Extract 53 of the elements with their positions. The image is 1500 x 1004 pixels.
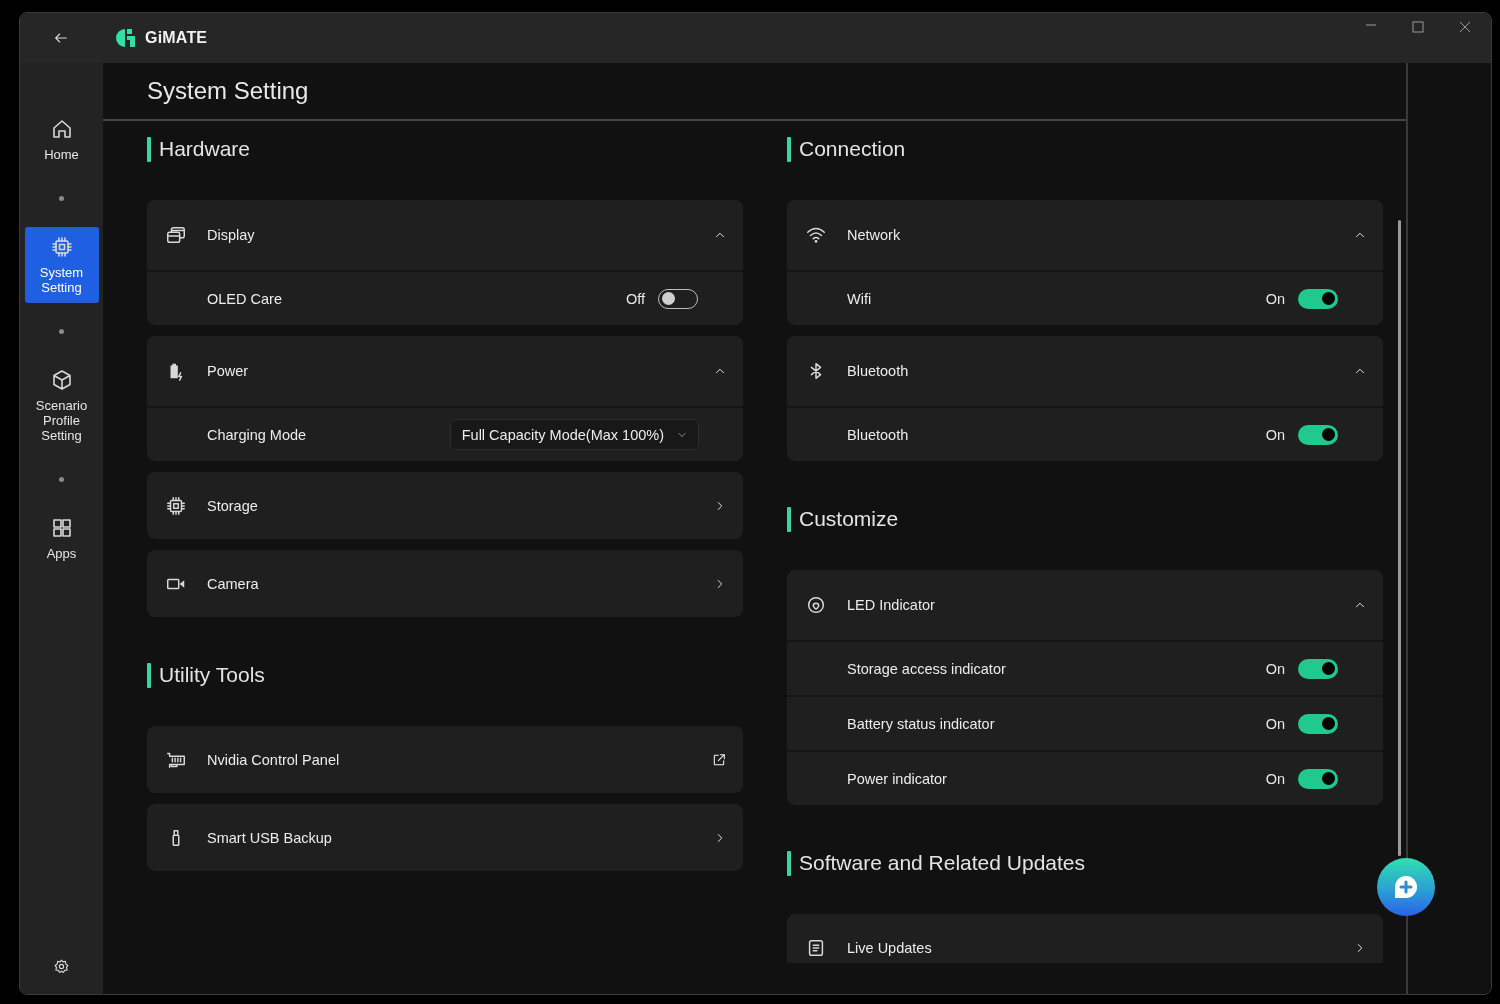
card-title: Power [207,363,250,379]
chip-icon [49,235,74,259]
light-icon [805,594,827,616]
card-title: Live Updates [847,939,933,956]
section-heading: Software and Related Updates [799,851,1085,875]
section-heading: Hardware [159,137,251,161]
close-icon[interactable] [1459,21,1471,33]
chip-icon [165,494,187,517]
card-title: Display [207,227,256,243]
setting-label: OLED Care [207,290,283,307]
toggle-switch[interactable] [1298,713,1338,734]
dropdown[interactable]: Full Capacity Mode(Max 100%) [449,419,699,450]
app-title: GiMATE [145,29,208,47]
nav-item[interactable]: Scenario Profile Setting [24,360,99,451]
toggle-switch[interactable] [1298,288,1338,309]
overlapping-windows-icon [165,224,187,246]
maximize-icon[interactable] [1412,21,1424,33]
toggle-state-label: On [1265,715,1285,732]
setting-label: Charging Mode [207,426,308,443]
toggle-switch[interactable] [1298,658,1338,679]
toggle-state-label: On [1265,426,1285,443]
nav-item[interactable]: Apps [24,508,99,569]
nav-item[interactable]: Home [24,109,99,170]
toggle-state-label: On [1265,770,1285,787]
toggle-state-label: On [1265,660,1285,677]
card-title: LED Indicator [847,597,936,613]
chat-plus-icon [1392,873,1420,901]
setting-label: Battery status indicator [847,715,996,732]
toggle-switch[interactable] [1298,424,1338,445]
card-title: Camera [207,575,260,592]
card-title: Nvidia Control Panel [207,751,341,768]
card-title: Smart USB Backup [207,829,333,846]
settings-icon[interactable] [53,958,70,975]
scrollbar[interactable] [1398,220,1401,856]
card-title: Network [847,227,902,243]
add-chat-button[interactable] [1377,858,1435,916]
page-title: System Setting [147,77,309,105]
back-icon[interactable] [53,30,69,46]
section-heading: Utility Tools [159,663,265,687]
card-title: Bluetooth [847,363,910,379]
card-title: Storage [207,497,259,514]
logo-icon [116,29,136,47]
toggle-state-label: Off [625,290,645,307]
section-heading: Customize [799,507,899,531]
nav-item[interactable]: System Setting [24,227,99,303]
external-link-icon[interactable] [711,751,727,768]
section-heading: Connection [799,137,906,161]
setting-label: Power indicator [847,770,948,787]
setting-label: Storage access indicator [847,660,1007,677]
setting-label: Wifi [847,290,873,307]
setting-label: Bluetooth [847,426,910,443]
toggle-state-label: On [1265,290,1285,307]
toggle-switch[interactable] [1298,768,1338,789]
